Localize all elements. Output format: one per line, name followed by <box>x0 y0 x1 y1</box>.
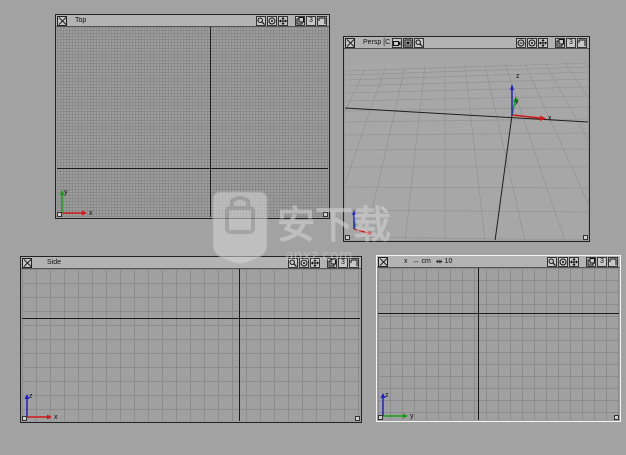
viewport-toolbar: 3 <box>256 15 327 26</box>
grid-axis-horizontal <box>57 168 328 169</box>
viewport-title: Persp [C <box>363 39 391 46</box>
viewport-top-header: Top 3 <box>56 15 329 27</box>
pan-icon[interactable] <box>278 15 288 26</box>
viewport-side-header: Side 3 <box>21 257 361 269</box>
orbit-icon[interactable] <box>267 15 277 26</box>
workspace: Top 3 x y Persp [C 3 z y x Side 3 x z x … <box>0 0 626 455</box>
orbit-icon[interactable] <box>558 256 568 267</box>
views-count-button[interactable]: 3 <box>566 37 576 48</box>
axis-label-x: x <box>548 115 552 122</box>
maximize-icon[interactable] <box>295 15 305 26</box>
orbit-icon[interactable] <box>527 37 537 48</box>
axis-triad-icon: x z <box>23 389 63 421</box>
zoom-icon[interactable] <box>547 256 557 267</box>
close-icon[interactable] <box>22 257 32 268</box>
viewport-toolbar: 3 <box>516 37 587 48</box>
orbit-icon[interactable] <box>299 257 309 268</box>
close-icon[interactable] <box>345 37 355 48</box>
viewport-front-header: x ↔ cm ⇹ 10 3 <box>377 256 620 268</box>
unit-label[interactable]: cm <box>422 258 431 265</box>
views-count-button[interactable]: 3 <box>338 257 348 268</box>
viewport-title: x <box>404 258 408 265</box>
camera-icon[interactable] <box>392 37 403 48</box>
axis-label-z: z <box>29 393 33 400</box>
pan-icon[interactable] <box>569 256 579 267</box>
layout-icon[interactable] <box>349 257 359 268</box>
viewport-top[interactable]: Top 3 x y <box>55 14 330 219</box>
maximize-icon[interactable] <box>327 257 337 268</box>
viewport-persp-header: Persp [C 3 <box>344 37 589 49</box>
grid-snap-icon[interactable]: ⇹ <box>436 257 443 266</box>
viewport-toolbar: 3 <box>547 256 618 267</box>
dolly-icon[interactable] <box>516 37 526 48</box>
grid-size-value[interactable]: 10 <box>445 258 453 265</box>
axis-label-x: x <box>89 210 93 217</box>
resize-corner[interactable] <box>22 416 27 421</box>
viewport-toolbar: 3 <box>288 257 359 268</box>
views-count-button[interactable]: 3 <box>306 15 316 26</box>
grid-axis-vertical <box>210 27 211 217</box>
axis-triad-icon: x y <box>58 185 98 217</box>
close-icon[interactable] <box>57 15 67 26</box>
axis-label-z: z <box>516 73 520 80</box>
resize-corner[interactable] <box>57 212 62 217</box>
maximize-icon[interactable] <box>586 256 596 267</box>
layout-icon[interactable] <box>608 256 618 267</box>
unit-arrows-icon: ↔ <box>412 258 420 265</box>
resize-corner[interactable] <box>614 415 619 420</box>
camera-toolbar <box>392 37 425 48</box>
layout-icon[interactable] <box>317 15 327 26</box>
maximize-icon[interactable] <box>555 37 565 48</box>
grid-axis-vertical <box>478 268 479 420</box>
axis-label-y: y <box>515 98 519 105</box>
viewport-front[interactable]: x ↔ cm ⇹ 10 3 y z <box>376 255 621 422</box>
axis-label-y: y <box>64 189 68 196</box>
viewport-title: Side <box>47 259 62 266</box>
viewport-title: Top <box>75 17 87 24</box>
grid-axis-horizontal <box>22 318 360 319</box>
pan-icon[interactable] <box>310 257 320 268</box>
pan-icon[interactable] <box>538 37 548 48</box>
resize-corner[interactable] <box>355 416 360 421</box>
zoom-icon[interactable] <box>414 37 425 48</box>
grid-axis-horizontal <box>378 313 619 314</box>
grid-axis-vertical <box>239 269 240 421</box>
resize-corner[interactable] <box>323 212 328 217</box>
zoom-icon[interactable] <box>256 15 266 26</box>
axis-label-y: y <box>410 413 414 420</box>
views-count-button[interactable]: 3 <box>597 256 607 267</box>
frame-icon[interactable] <box>403 37 414 48</box>
layout-icon[interactable] <box>577 37 587 48</box>
resize-corner[interactable] <box>378 415 383 420</box>
close-icon[interactable] <box>378 256 388 267</box>
grid-persp[interactable]: z y x <box>345 49 588 240</box>
grid-side[interactable]: x z <box>22 269 360 421</box>
axis-label-z: z <box>385 392 389 399</box>
grid-front[interactable]: y z <box>378 268 619 420</box>
viewport-persp[interactable]: Persp [C 3 z y x <box>343 36 590 242</box>
zoom-icon[interactable] <box>288 257 298 268</box>
resize-corner[interactable] <box>345 235 350 240</box>
viewport-side[interactable]: Side 3 x z <box>20 256 362 423</box>
grid-top[interactable]: x y <box>57 27 328 217</box>
axis-label-x: x <box>54 414 58 421</box>
resize-corner[interactable] <box>583 235 588 240</box>
axis-triad-icon <box>346 207 386 239</box>
axis-triad-icon: y z <box>379 388 419 420</box>
